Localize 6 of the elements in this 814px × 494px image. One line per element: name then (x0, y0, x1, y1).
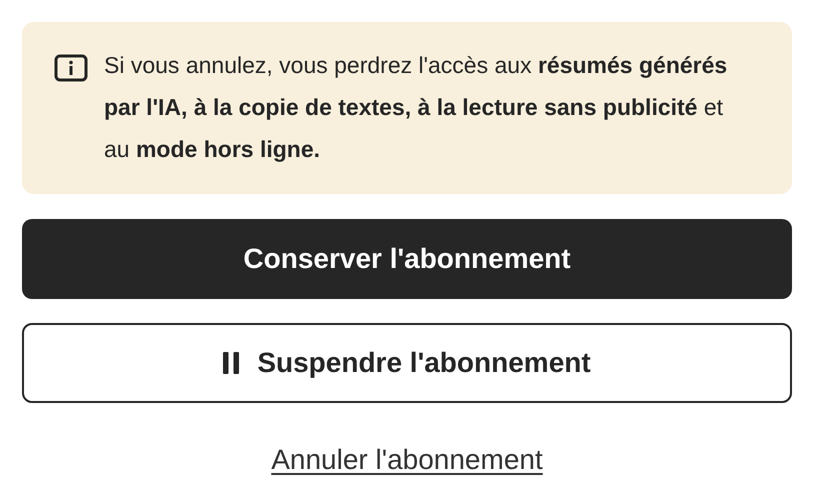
pause-subscription-button[interactable]: Suspendre l'abonnement (22, 323, 792, 403)
cancel-subscription-link[interactable]: Annuler l'abonnement (271, 439, 543, 481)
keep-subscription-button[interactable]: Conserver l'abonnement (22, 219, 792, 299)
notice-text: Si vous annulez, vous perdrez l'accès aux résumés générés par l'IA, à la copie de textes, à la lecture sans publicité et au mode hors ligne. (104, 51, 728, 164)
info-icon (54, 54, 88, 82)
pause-icon (223, 352, 240, 374)
